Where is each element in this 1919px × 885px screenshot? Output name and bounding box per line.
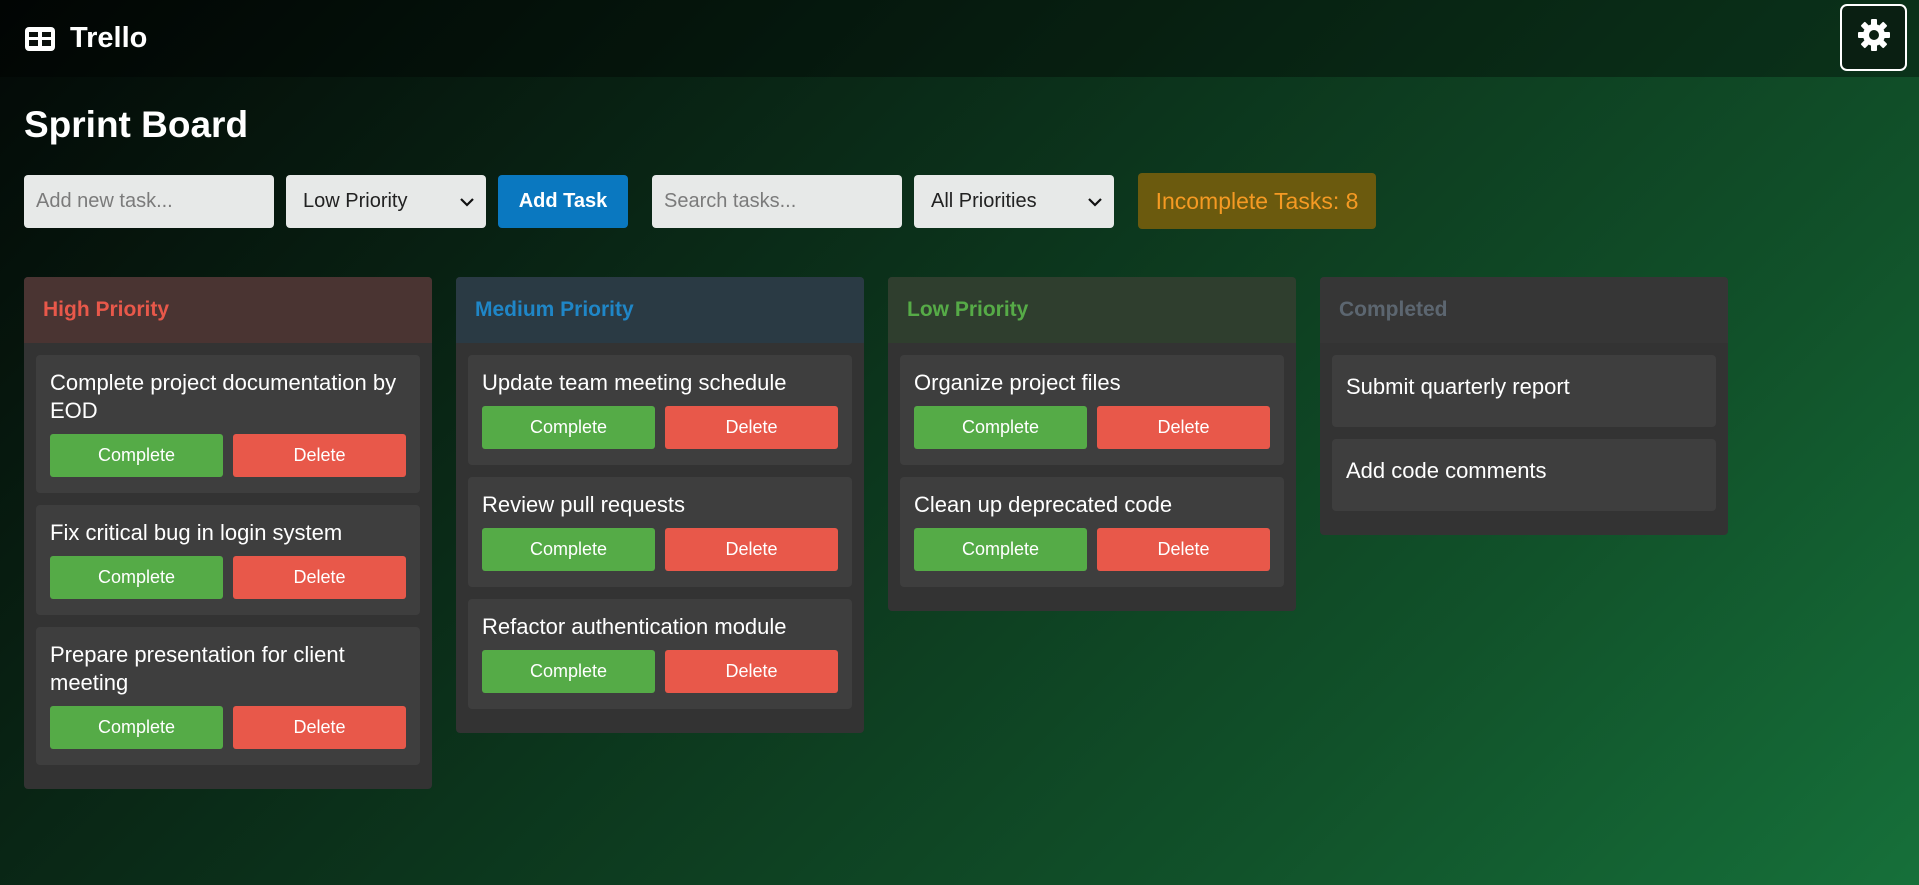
task-card: Organize project files Complete Delete: [900, 355, 1284, 465]
task-text: Update team meeting schedule: [482, 370, 787, 395]
task-card: Clean up deprecated code Complete Delete: [900, 477, 1284, 587]
new-task-input[interactable]: Add new task...: [24, 175, 274, 228]
brand[interactable]: Trello: [24, 22, 147, 55]
task-text: Refactor authentication module: [482, 614, 787, 639]
complete-button[interactable]: Complete: [482, 528, 655, 571]
column-low-priority: Low Priority Organize project files Comp…: [888, 277, 1296, 611]
delete-button[interactable]: Delete: [233, 706, 406, 749]
column-header-high: High Priority: [24, 277, 432, 343]
delete-button[interactable]: Delete: [1097, 406, 1270, 449]
column-header-low: Low Priority: [888, 277, 1296, 343]
complete-button[interactable]: Complete: [482, 406, 655, 449]
complete-button[interactable]: Complete: [50, 434, 223, 477]
completed-task-card: Add code comments: [1332, 439, 1716, 511]
task-text: Complete project documentation by EOD: [50, 370, 397, 423]
search-input[interactable]: Search tasks...: [652, 175, 902, 228]
column-header-medium: Medium Priority: [456, 277, 864, 343]
incomplete-tasks-badge: Incomplete Tasks: 8: [1138, 173, 1376, 229]
task-card: Fix critical bug in login system Complet…: [36, 505, 420, 615]
board-icon: [24, 26, 56, 52]
gear-icon: [1856, 17, 1892, 58]
filter-select-value: All Priorities: [931, 190, 1037, 212]
add-task-button[interactable]: Add Task: [498, 175, 628, 228]
task-card: Complete project documentation by EOD Co…: [36, 355, 420, 493]
page-title: Sprint Board: [24, 104, 249, 145]
delete-button[interactable]: Delete: [665, 406, 838, 449]
settings-button[interactable]: [1840, 4, 1907, 71]
priority-select-value: Low Priority: [303, 190, 408, 212]
toolbar: Add new task... Low Priority Add Task Se…: [24, 173, 1384, 229]
task-text: Review pull requests: [482, 492, 685, 517]
delete-button[interactable]: Delete: [665, 650, 838, 693]
complete-button[interactable]: Complete: [914, 528, 1087, 571]
delete-button[interactable]: Delete: [233, 434, 406, 477]
column-high-priority: High Priority Complete project documenta…: [24, 277, 432, 789]
completed-task-card: Submit quarterly report: [1332, 355, 1716, 427]
complete-button[interactable]: Complete: [50, 706, 223, 749]
complete-button[interactable]: Complete: [482, 650, 655, 693]
app-name: Trello: [70, 22, 148, 54]
delete-button[interactable]: Delete: [665, 528, 838, 571]
new-task-placeholder: Add new task...: [36, 190, 173, 212]
search-placeholder: Search tasks...: [664, 190, 797, 212]
delete-button[interactable]: Delete: [233, 556, 406, 599]
task-text: Prepare presentation for client meeting: [50, 642, 345, 695]
task-text: Submit quarterly report: [1346, 374, 1570, 399]
complete-button[interactable]: Complete: [914, 406, 1087, 449]
task-card: Update team meeting schedule Complete De…: [468, 355, 852, 465]
column-completed: Completed Submit quarterly report Add co…: [1320, 277, 1728, 535]
column-header-completed: Completed: [1320, 277, 1728, 343]
task-text: Clean up deprecated code: [914, 492, 1173, 517]
task-card: Review pull requests Complete Delete: [468, 477, 852, 587]
priority-filter-select[interactable]: All Priorities: [914, 175, 1114, 228]
chevron-down-icon: [1088, 190, 1102, 213]
task-card: Refactor authentication module Complete …: [468, 599, 852, 709]
top-bar: Trello: [0, 0, 1919, 77]
task-text: Fix critical bug in login system: [50, 520, 343, 545]
priority-select[interactable]: Low Priority: [286, 175, 486, 228]
column-medium-priority: Medium Priority Update team meeting sche…: [456, 277, 864, 733]
task-card: Prepare presentation for client meeting …: [36, 627, 420, 765]
task-text: Add code comments: [1346, 458, 1547, 483]
task-text: Organize project files: [914, 370, 1121, 395]
complete-button[interactable]: Complete: [50, 556, 223, 599]
delete-button[interactable]: Delete: [1097, 528, 1270, 571]
chevron-down-icon: [460, 190, 474, 213]
